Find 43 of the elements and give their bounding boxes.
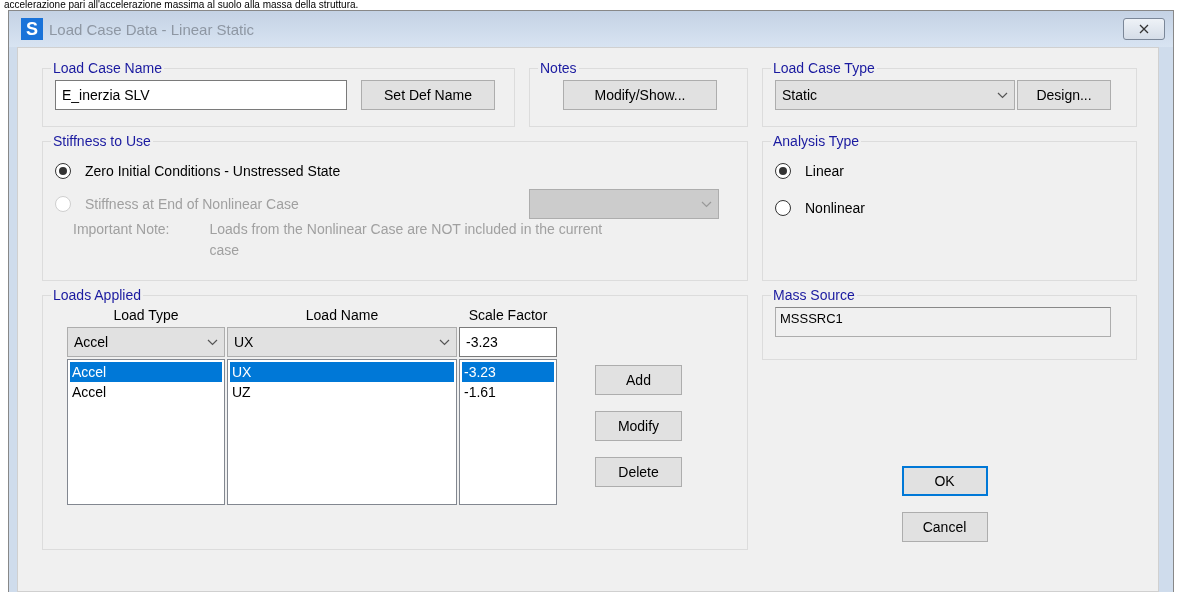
radio-button[interactable] — [775, 163, 791, 179]
set-def-name-button[interactable]: Set Def Name — [361, 80, 495, 110]
load-action-button[interactable]: Add — [595, 365, 682, 395]
list-item[interactable]: -3.23 — [462, 362, 554, 382]
column-header: Load Name — [304, 307, 380, 323]
note-text: Loads from the Nonlinear Case are NOT included in the current case — [209, 220, 604, 260]
list-item[interactable]: Accel — [70, 362, 222, 382]
load-case-name-field[interactable]: E_inerzia SLV — [55, 80, 347, 110]
document-text: accelerazione pari all'accelerazione massima al suolo alla massa della struttura. — [3, 0, 360, 10]
close-icon — [1139, 24, 1149, 34]
list-item[interactable]: Accel — [70, 382, 222, 402]
column-header: Load Type — [112, 307, 180, 323]
modify-show-button[interactable]: Modify/Show... — [563, 80, 717, 110]
load-type-dropdown[interactable]: Accel — [67, 327, 225, 357]
scale-factor-field[interactable]: -3.23 — [459, 327, 557, 357]
close-button[interactable] — [1123, 18, 1165, 40]
load-action-button[interactable]: Modify — [595, 411, 682, 441]
group-label: Stiffness to Use — [52, 133, 152, 149]
load-action-button[interactable]: Delete — [595, 457, 682, 487]
list-item[interactable]: -1.61 — [462, 382, 554, 402]
mass-source-field: MSSSRC1 — [775, 307, 1111, 337]
radio-button[interactable] — [55, 163, 71, 179]
note-label: Important Note: — [73, 220, 170, 239]
group-label: Load Case Type — [772, 60, 876, 76]
radio-option[interactable]: Zero Initial Conditions - Unstressed State — [55, 161, 341, 181]
app-logo: S — [21, 18, 43, 40]
column-header: Scale Factor — [467, 307, 549, 323]
load-case-type-dropdown[interactable]: Static — [775, 80, 1015, 110]
group-label: Load Case Name — [52, 60, 163, 76]
radio-option[interactable]: Nonlinear — [775, 198, 1124, 218]
group-label: Notes — [539, 60, 578, 76]
load-name-dropdown[interactable]: UX — [227, 327, 457, 357]
group-label: Loads Applied — [52, 287, 142, 303]
window-title: Load Case Data - Linear Static — [49, 20, 256, 38]
radio-option[interactable]: Linear — [775, 161, 1124, 181]
dialog-button[interactable]: Cancel — [901, 512, 988, 542]
group-label: Analysis Type — [772, 133, 861, 149]
group-label: Mass Source — [772, 287, 856, 303]
dialog-button[interactable]: OK — [901, 466, 988, 496]
design-button[interactable]: Design... — [1017, 80, 1111, 110]
radio-button[interactable] — [775, 200, 791, 216]
list-item[interactable]: UX — [230, 362, 454, 382]
list-item[interactable]: UZ — [230, 382, 454, 402]
